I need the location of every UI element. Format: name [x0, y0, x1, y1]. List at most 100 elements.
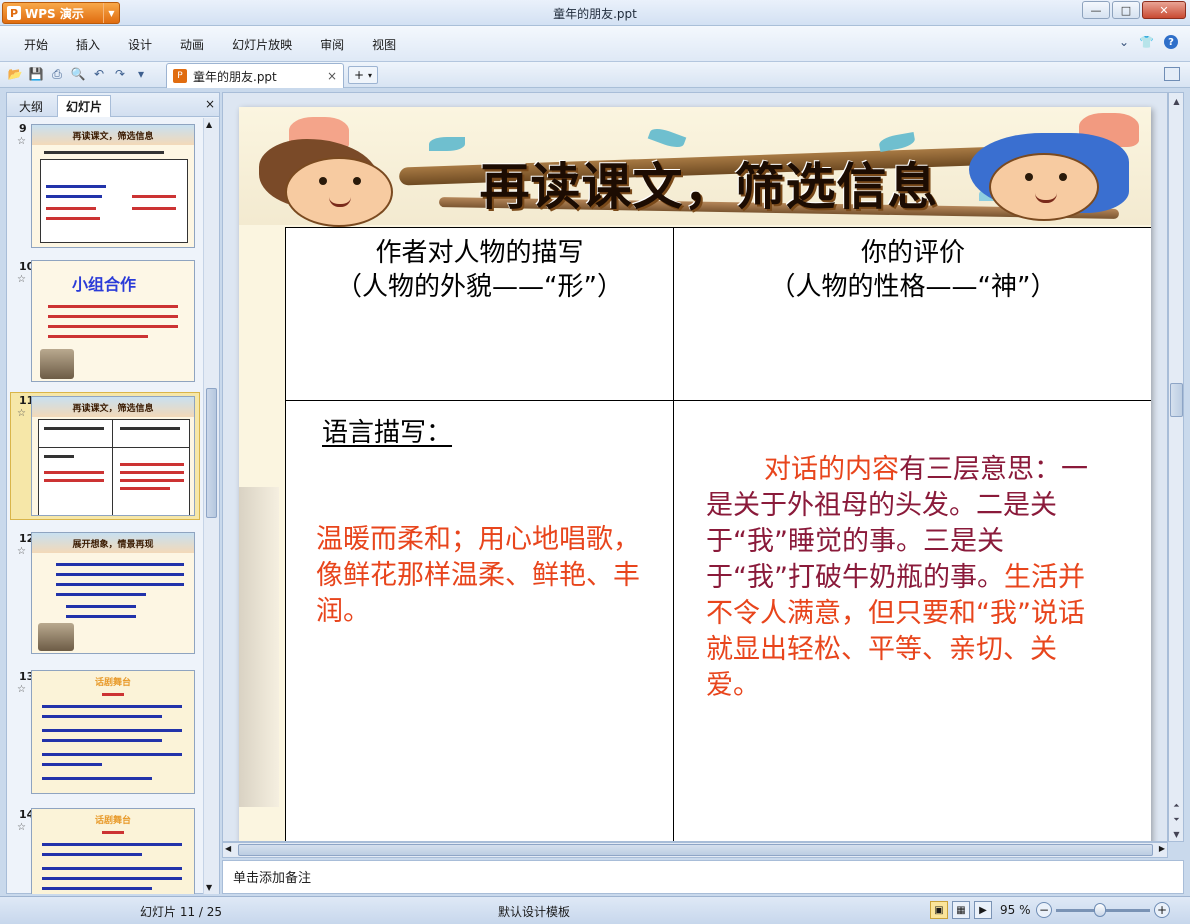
transition-star-icon: ☆ [17, 136, 26, 147]
close-window-button[interactable]: ✕ [1142, 1, 1186, 19]
menu-slideshow[interactable]: 幻灯片放映 [218, 36, 306, 53]
language-description-label[interactable]: 语言描写： [322, 412, 452, 449]
horizontal-scroll-thumb[interactable] [238, 844, 1153, 856]
status-bar: 幻灯片 11 / 25 默认设计模板 ▣ ▦ ▶ 95 % − + [0, 896, 1190, 924]
view-switcher: ▣ ▦ ▶ [930, 901, 992, 919]
toolbar-dropdown-icon[interactable]: ▾ [132, 65, 150, 83]
scroll-down-icon[interactable]: ▼ [1170, 827, 1183, 841]
close-tab-icon[interactable]: × [327, 69, 337, 83]
editor-horizontal-scrollbar[interactable]: ◀ ▶ [222, 842, 1168, 858]
scroll-down-icon[interactable]: ▼ [206, 883, 212, 892]
thumbnail-title: 话剧舞台 [94, 678, 131, 688]
header-right-line-2: （人物的性格——“神”） [769, 272, 1057, 302]
tab-outline[interactable]: 大纲 [11, 95, 51, 117]
undo-icon[interactable]: ↶ [90, 65, 108, 83]
panel-scroll-thumb[interactable] [206, 388, 217, 518]
zoom-slider-handle[interactable] [1094, 903, 1106, 917]
vertical-scroll-thumb[interactable] [1170, 383, 1183, 417]
notes-pane[interactable]: 单击添加备注 [222, 860, 1184, 894]
help-icon[interactable]: ? [1164, 35, 1178, 49]
skin-shirt-icon[interactable]: 👕 [1139, 35, 1154, 49]
table-header-left[interactable]: 作者对人物的描写 （人物的外貌——“形”） [286, 236, 673, 304]
scroll-right-icon[interactable]: ▶ [1159, 844, 1165, 853]
menu-insert[interactable]: 插入 [62, 36, 114, 53]
panel-tabs: 大纲 幻灯片 × [7, 93, 219, 117]
transition-star-icon: ☆ [17, 546, 26, 557]
header-left-line-1: 作者对人物的描写 [375, 238, 584, 268]
document-tab[interactable]: P 童年的朋友.ppt × [166, 63, 344, 88]
plus-icon: + [353, 68, 365, 82]
thumbnail-image: 再读课文，筛选信息 [31, 396, 195, 516]
slide-banner: 再读课文，筛选信息 [239, 107, 1151, 227]
next-slide-icon[interactable]: ⏷ [1170, 813, 1183, 827]
thumbnail-title: 再读课文，筛选信息 [72, 132, 154, 142]
thumbnail-slide-11[interactable]: 11 ☆ 再读课文，筛选信息 [7, 390, 203, 522]
table-header-right[interactable]: 你的评价 （人物的性格——“神”） [674, 236, 1151, 304]
document-tab-label: 童年的朋友.ppt [193, 69, 277, 84]
thumbnail-image: 小组合作 [31, 260, 195, 382]
open-folder-icon[interactable]: 📂 [6, 65, 24, 83]
thumbnail-title: 话剧舞台 [94, 816, 131, 826]
design-template-name[interactable]: 默认设计模板 [498, 903, 570, 920]
new-tab-button[interactable]: + ▾ [348, 66, 378, 84]
notes-placeholder: 单击添加备注 [233, 871, 312, 886]
thumbnail-slide-9[interactable]: 9 ☆ 再读课文，筛选信息 [7, 118, 203, 252]
menu-bar: 开始 插入 设计 动画 幻灯片放映 审阅 视图 ⌄ 👕 ? [0, 26, 1190, 62]
maximize-button[interactable]: □ [1112, 1, 1140, 19]
previous-slide-icon[interactable]: ⏶ [1170, 799, 1183, 813]
menu-review[interactable]: 审阅 [306, 36, 358, 53]
slide-table[interactable]: 作者对人物的描写 （人物的外貌——“形”） 你的评价 （人物的性格——“神”） … [285, 227, 1151, 841]
thumbnail-image: 话剧舞台 [31, 670, 195, 794]
zoom-in-icon[interactable]: + [1154, 902, 1170, 918]
scroll-up-icon[interactable]: ▲ [1170, 94, 1183, 108]
normal-view-icon[interactable]: ▣ [930, 901, 948, 919]
ribbon-collapse-icon[interactable]: ⌄ [1119, 35, 1129, 49]
header-right-line-1: 你的评价 [860, 238, 965, 268]
thumbnail-slide-13[interactable]: 13 ☆ 话剧舞台 [7, 666, 203, 800]
menu-animation[interactable]: 动画 [166, 36, 218, 53]
chevron-down-icon: ▾ [368, 70, 373, 80]
slide-background-image [239, 487, 279, 807]
window-layout-icon[interactable] [1164, 67, 1180, 81]
thumbnail-title: 小组合作 [72, 275, 137, 294]
thumbnail-slide-14[interactable]: 14 ☆ 话剧舞台 [7, 804, 203, 894]
window-title: 童年的朋友.ppt [553, 7, 637, 21]
transition-star-icon: ☆ [17, 408, 26, 419]
evaluation-part-1: 对话的内容 [764, 454, 899, 485]
minimize-button[interactable]: — [1082, 1, 1110, 19]
ppt-file-icon: P [173, 69, 187, 83]
menu-start[interactable]: 开始 [10, 36, 62, 53]
thumbnail-list: 9 ☆ 再读课文，筛选信息 10 ☆ 小组合作 11 ☆ 再读课文，筛选信息 1… [7, 118, 203, 894]
thumbnail-slide-12[interactable]: 12 ☆ 展开想象，情景再现 [7, 528, 203, 660]
boy-illustration [249, 117, 439, 227]
tab-slides[interactable]: 幻灯片 [57, 95, 112, 117]
thumbnail-image: 展开想象，情景再现 [31, 532, 195, 654]
zoom-out-icon[interactable]: − [1036, 902, 1052, 918]
thumbnail-slide-10[interactable]: 10 ☆ 小组合作 [7, 256, 203, 388]
scroll-left-icon[interactable]: ◀ [225, 844, 231, 853]
editor-vertical-scrollbar[interactable]: ▲ ⏶ ⏷ ▼ [1168, 92, 1184, 842]
transition-star-icon: ☆ [17, 684, 26, 695]
save-icon[interactable]: 💾 [27, 65, 45, 83]
menu-design[interactable]: 设计 [114, 36, 166, 53]
title-bar: P WPS 演示 ▼ 童年的朋友.ppt — □ ✕ [0, 0, 1190, 26]
quick-toolbar: 📂 💾 ⎙ 🔍 ↶ ↷ ▾ P 童年的朋友.ppt × + ▾ [0, 62, 1190, 88]
header-left-line-2: （人物的外貌——“形”） [336, 272, 623, 302]
description-text[interactable]: 温暖而柔和；用心地唱歌，像鲜花那样温柔、鲜艳、丰润。 [316, 522, 656, 630]
scroll-up-icon[interactable]: ▲ [206, 120, 212, 129]
slide-sorter-icon[interactable]: ▦ [952, 901, 970, 919]
thumbnail-title: 展开想象，情景再现 [72, 540, 154, 550]
slideshow-icon[interactable]: ▶ [974, 901, 992, 919]
slide-title[interactable]: 再读课文，筛选信息 [479, 147, 939, 219]
redo-icon[interactable]: ↷ [111, 65, 129, 83]
evaluation-text[interactable]: 对话的内容有三层意思：一是关于外祖母的头发。二是关于“我”睡觉的事。三是关于“我… [706, 452, 1106, 704]
menu-view[interactable]: 视图 [358, 36, 410, 53]
print-icon[interactable]: ⎙ [48, 65, 66, 83]
slide-counter: 幻灯片 11 / 25 [140, 905, 223, 919]
slide-canvas[interactable]: 再读课文，筛选信息 作者对人物的描写 （人物的外貌——“形”） 你的评价 （人物… [239, 107, 1151, 841]
thumbnail-number: 9 [19, 122, 27, 135]
print-preview-icon[interactable]: 🔍 [69, 65, 87, 83]
zoom-level[interactable]: 95 % [1000, 903, 1031, 917]
panel-scrollbar[interactable]: ▲ ▼ [203, 118, 219, 894]
close-panel-icon[interactable]: × [205, 97, 215, 111]
